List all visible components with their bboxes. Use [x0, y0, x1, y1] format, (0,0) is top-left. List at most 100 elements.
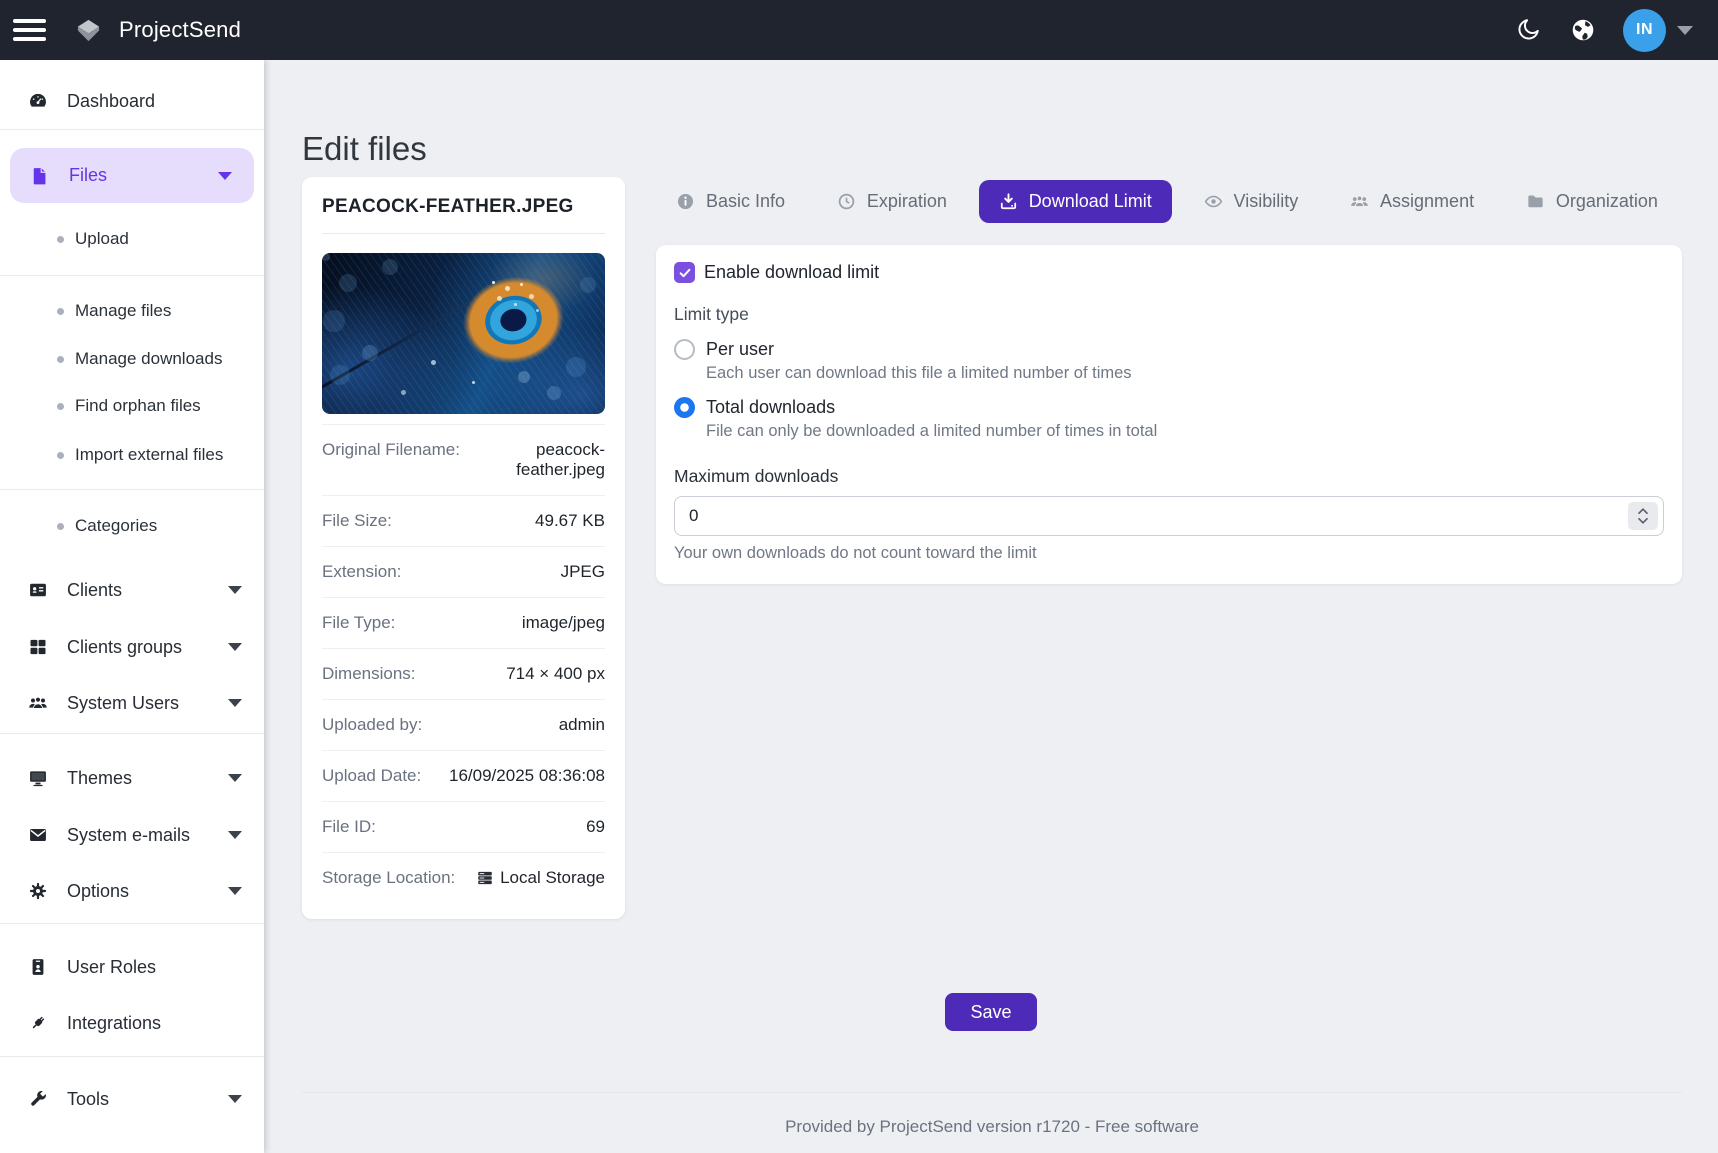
sidebar-item-import-external-files[interactable]: Import external files [0, 437, 264, 473]
radio-per-user[interactable]: Per user [674, 339, 1664, 360]
sidebar-item-label: Dashboard [67, 91, 155, 112]
sidebar-item-label: Options [67, 881, 129, 902]
meta-value: admin [559, 715, 605, 735]
sidebar-item-categories[interactable]: Categories [0, 508, 264, 544]
meta-row-upload-date: Upload Date: 16/09/2025 08:36:08 [322, 750, 605, 801]
enable-download-limit-row[interactable]: Enable download limit [674, 262, 1664, 283]
gauge-icon [28, 91, 48, 111]
download-limit-panel: Enable download limit Limit type Per use… [656, 245, 1682, 584]
meta-value: JPEG [561, 562, 605, 582]
sidebar-item-clients-groups[interactable]: Clients groups [0, 627, 264, 667]
chevron-down-icon [228, 774, 242, 782]
file-edit-tabs: Basic Info Expiration Download Limit Vis… [656, 177, 1682, 225]
sidebar-item-clients[interactable]: Clients [0, 570, 264, 610]
sidebar-item-themes[interactable]: Themes [0, 758, 264, 798]
number-stepper[interactable] [1628, 502, 1658, 530]
file-thumbnail-peacock-feather [322, 253, 605, 414]
meta-label: Storage Location: [322, 868, 455, 888]
per-user-help-text: Each user can download this file a limit… [706, 364, 1664, 383]
sidebar-item-system-users[interactable]: System Users [0, 683, 264, 723]
sidebar-item-label: System Users [67, 693, 179, 714]
sidebar-item-label: Categories [75, 516, 157, 536]
meta-label: File Size: [322, 511, 392, 531]
chevron-down-icon [228, 699, 242, 707]
maximum-downloads-field [674, 496, 1664, 536]
sidebar-item-find-orphan-files[interactable]: Find orphan files [0, 388, 264, 424]
meta-label: Extension: [322, 562, 401, 582]
sidebar-item-manage-downloads[interactable]: Manage downloads [0, 341, 264, 377]
meta-label: Dimensions: [322, 664, 416, 684]
bullet-icon [57, 356, 64, 363]
meta-value: image/jpeg [522, 613, 605, 633]
maximum-downloads-help-text: Your own downloads do not count toward t… [674, 544, 1664, 563]
chevron-down-icon [228, 643, 242, 651]
sidebar-item-system-emails[interactable]: System e-mails [0, 815, 264, 855]
divider [0, 733, 264, 734]
plug-icon [28, 1013, 48, 1033]
sidebar-item-manage-files[interactable]: Manage files [0, 293, 264, 329]
sidebar-item-dashboard[interactable]: Dashboard [0, 81, 264, 121]
server-icon [476, 869, 494, 887]
enable-download-limit-checkbox[interactable] [674, 262, 695, 283]
radio-total-downloads[interactable]: Total downloads [674, 397, 1664, 418]
meta-row-file-id: File ID: 69 [322, 801, 605, 852]
sidebar-item-user-roles[interactable]: User Roles [0, 947, 264, 987]
moon-icon[interactable] [1515, 17, 1541, 43]
sidebar-item-label: Clients [67, 580, 122, 601]
meta-value: 714 × 400 px [506, 664, 605, 684]
meta-row-storage-location: Storage Location: Local Storage [322, 852, 605, 903]
id-badge-icon [28, 957, 48, 977]
radio-checked-icon[interactable] [674, 397, 695, 418]
meta-value: 16/09/2025 08:36:08 [449, 766, 605, 786]
tab-basic-info[interactable]: Basic Info [656, 180, 805, 223]
sidebar-item-files[interactable]: Files [10, 148, 254, 203]
tab-organization[interactable]: Organization [1506, 180, 1678, 223]
clock-icon [837, 192, 856, 211]
globe-icon[interactable] [1570, 17, 1596, 43]
meta-value: 69 [586, 817, 605, 837]
sidebar-item-label: Tools [67, 1089, 109, 1110]
meta-label: File ID: [322, 817, 376, 837]
stepper-chevrons-icon [1637, 506, 1649, 526]
app-logo-icon [75, 17, 102, 44]
projectsend-app: ProjectSend IN Dashboard [0, 0, 1718, 1153]
user-menu-chevron-down-icon[interactable] [1677, 26, 1693, 35]
tab-assignment[interactable]: Assignment [1330, 180, 1494, 223]
sidebar-item-label: Themes [67, 768, 132, 789]
save-button[interactable]: Save [945, 993, 1037, 1031]
tab-visibility[interactable]: Visibility [1184, 180, 1319, 223]
sidebar-item-upload[interactable]: Upload [0, 221, 264, 257]
sidebar-item-options[interactable]: Options [0, 871, 264, 911]
meta-label: Uploaded by: [322, 715, 422, 735]
tab-download-limit[interactable]: Download Limit [979, 180, 1172, 223]
maximum-downloads-input[interactable] [674, 496, 1664, 536]
sidebar-item-tools[interactable]: Tools [0, 1079, 264, 1119]
info-icon [676, 192, 695, 211]
divider [0, 1056, 264, 1057]
meta-row-file-type: File Type: image/jpeg [322, 597, 605, 648]
users-icon [28, 693, 48, 713]
bullet-icon [57, 523, 64, 530]
hamburger-menu-icon[interactable] [13, 19, 46, 41]
download-icon [999, 192, 1018, 211]
divider [0, 275, 264, 276]
user-avatar[interactable]: IN [1623, 9, 1666, 52]
sidebar-item-label: User Roles [67, 957, 156, 978]
sidebar-item-label: Find orphan files [75, 396, 201, 416]
bullet-icon [57, 308, 64, 315]
chevron-down-icon [228, 586, 242, 594]
sidebar-item-integrations[interactable]: Integrations [0, 1003, 264, 1043]
wrench-icon [28, 1089, 48, 1109]
file-icon [30, 166, 50, 186]
file-title: PEACOCK-FEATHER.JPEG [322, 194, 605, 218]
bullet-icon [57, 236, 64, 243]
tab-expiration[interactable]: Expiration [817, 180, 967, 223]
radio-unchecked-icon[interactable] [674, 339, 695, 360]
limit-type-label: Limit type [674, 304, 1664, 325]
footer-text: Provided by ProjectSend version r1720 - … [302, 1092, 1682, 1137]
sidebar-item-label: System e-mails [67, 825, 190, 846]
brand-title: ProjectSend [119, 17, 241, 43]
divider [0, 923, 264, 924]
meta-row-file-size: File Size: 49.67 KB [322, 495, 605, 546]
main-content: Edit files PEACOCK-FEATHER.JPEG Original… [264, 60, 1718, 1153]
